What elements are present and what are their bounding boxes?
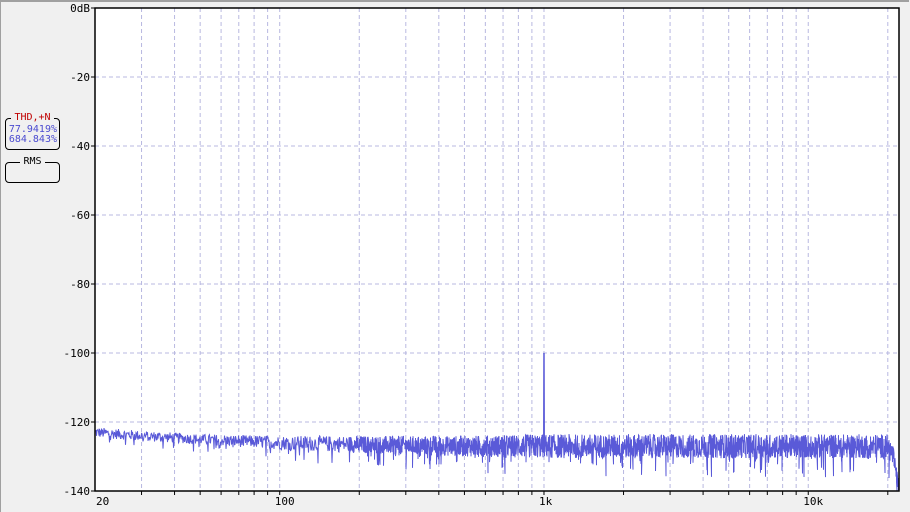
x-tick-label: 20 [96,495,109,508]
plot-area [95,8,899,491]
y-tick-label: -20 [70,71,90,84]
y-tick-label: -40 [70,140,90,153]
y-tick-label: -100 [64,347,91,360]
y-tick-label: -140 [64,485,91,498]
y-tick-label: -60 [70,209,90,222]
spectrum-chart: 0dB -20 -40 -60 -80 -100 -120 -140 20 100 1k 10k [64,2,900,508]
x-tick-label: 10k [803,495,823,508]
y-tick-label: 0dB [70,2,90,15]
y-tick-label: -120 [64,416,91,429]
y-tick-label: -80 [70,278,90,291]
x-tick-label: 100 [275,495,295,508]
x-tick-label: 1k [539,495,553,508]
